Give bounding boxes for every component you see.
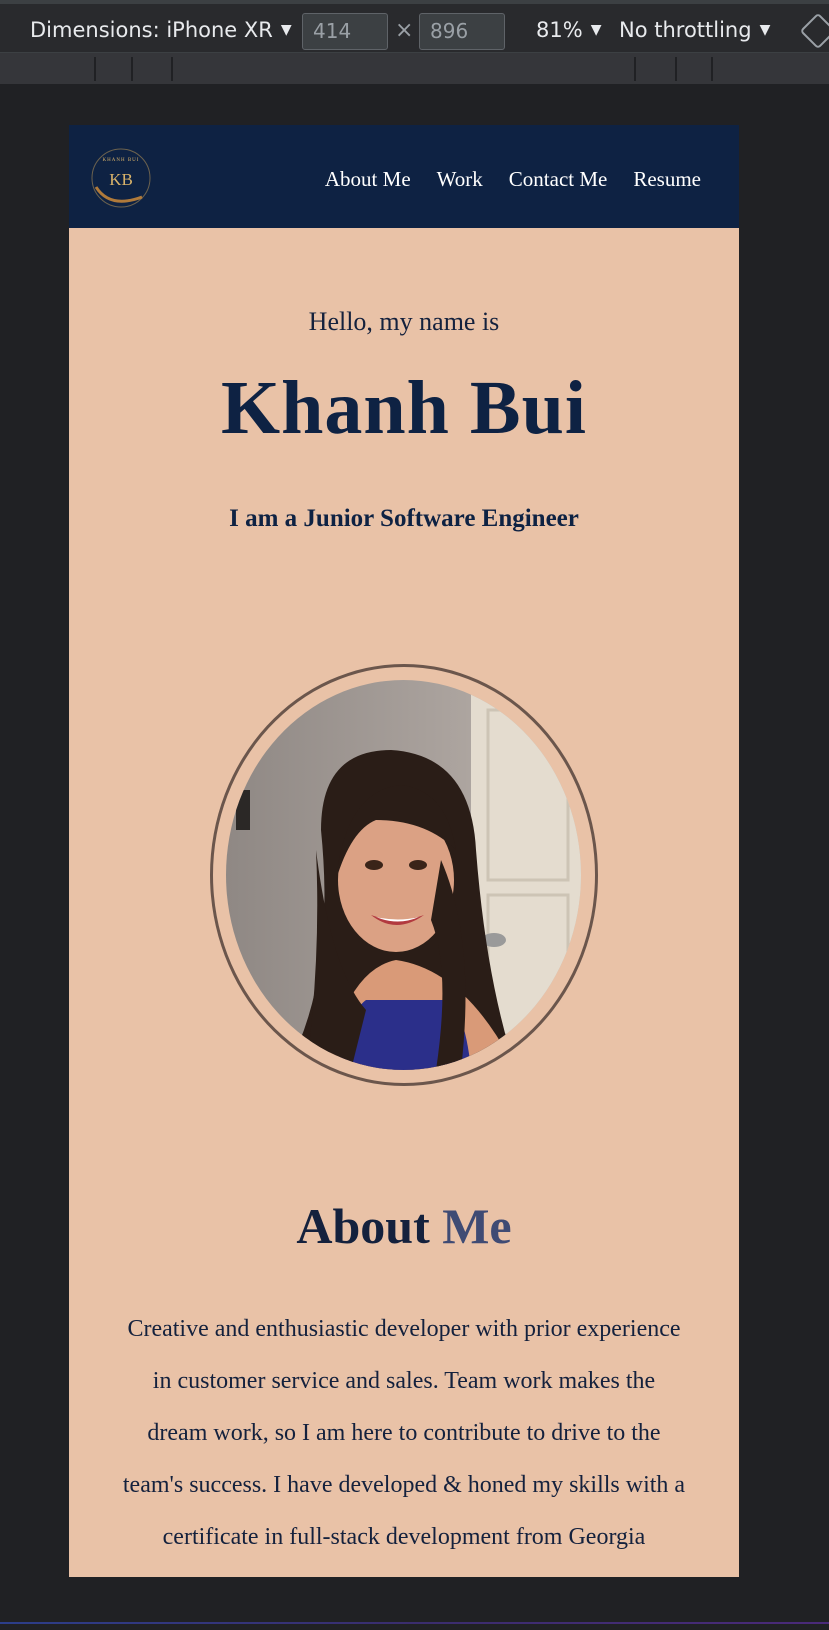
about-title-main: About	[296, 1198, 430, 1254]
rotate-icon[interactable]	[799, 12, 829, 50]
hero-greeting: Hello, my name is	[308, 307, 500, 336]
throttling-label: No throttling	[619, 18, 752, 42]
about-me-heading: About Me	[69, 1197, 739, 1255]
device-viewport: KHANH BUI KB About Me Work Contact Me Re…	[69, 125, 739, 1577]
viewport-width-input[interactable]: 414	[302, 13, 388, 50]
ruler-divider	[675, 57, 677, 81]
zoom-label: 81%	[536, 18, 583, 42]
hero-name: Khanh Bui	[221, 366, 587, 450]
hero-role: I am a Junior Software Engineer	[229, 505, 579, 532]
device-dimensions-label: Dimensions: iPhone XR	[30, 18, 273, 42]
times-separator: ×	[395, 18, 414, 43]
profile-photo	[226, 680, 581, 1070]
viewport-height-input[interactable]: 896	[419, 13, 505, 50]
about-me-paragraph: Creative and enthusiastic developer with…	[122, 1316, 686, 1577]
chevron-down-icon: ▼	[590, 22, 602, 38]
device-dimensions-dropdown[interactable]: Dimensions: iPhone XR ▼	[30, 18, 292, 42]
devtools-device-toolbar: Dimensions: iPhone XR ▼ 414 × 896 81% ▼ …	[0, 0, 829, 53]
site-navbar: KHANH BUI KB About Me Work Contact Me Re…	[69, 125, 739, 228]
ruler-divider	[634, 57, 636, 81]
media-query-ruler[interactable]	[0, 53, 829, 85]
window-bottom-edge	[0, 1622, 829, 1624]
nav-link-resume[interactable]: Resume	[633, 167, 701, 192]
ruler-divider	[711, 57, 713, 81]
ruler-divider	[171, 57, 173, 81]
logo[interactable]: KHANH BUI KB	[90, 147, 152, 209]
chevron-down-icon: ▼	[280, 22, 292, 38]
logo-monogram: KB	[109, 170, 133, 189]
throttling-dropdown[interactable]: No throttling ▼	[619, 18, 770, 42]
logo-icon: KHANH BUI KB	[91, 148, 151, 208]
nav-links: About Me Work Contact Me Resume	[325, 167, 701, 192]
zoom-dropdown[interactable]: 81% ▼	[536, 18, 601, 42]
about-title-accent: Me	[442, 1198, 512, 1254]
ruler-divider	[131, 57, 133, 81]
ruler-divider	[94, 57, 96, 81]
nav-link-about-me[interactable]: About Me	[325, 167, 411, 192]
profile-photo-illustration	[226, 680, 581, 1070]
nav-link-contact-me[interactable]: Contact Me	[509, 167, 608, 192]
chevron-down-icon: ▼	[759, 22, 771, 38]
logo-text: KHANH BUI	[103, 158, 140, 163]
nav-link-work[interactable]: Work	[437, 167, 483, 192]
